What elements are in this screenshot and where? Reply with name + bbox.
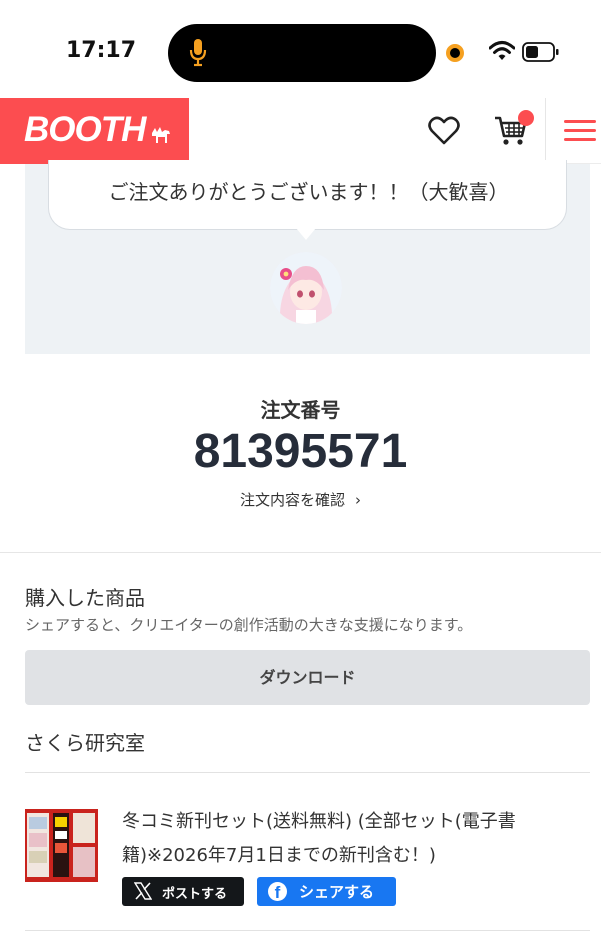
chevron-right-icon: › [355,491,361,509]
battery-icon [522,42,559,62]
wifi-icon [489,41,515,60]
microphone-icon [189,39,207,67]
status-bar: 17:17 [0,0,601,98]
item-thumbnail[interactable] [25,809,98,882]
purchased-section-subtitle: シェアすると、クリエイターの創作活動の大きな支援になります。 [25,616,473,634]
share-facebook-button[interactable]: f シェアする [257,877,396,906]
section-divider [0,552,601,553]
item-divider [25,930,590,931]
speech-bubble-tail [296,228,316,240]
menu-icon[interactable] [564,120,596,144]
order-detail-link[interactable]: 注文内容を確認 › [0,489,601,510]
cart-badge [518,110,534,126]
share-x-button[interactable]: ポストする [122,877,244,906]
share-x-label: ポストする [162,887,228,902]
logo-text: BOOTH [24,110,146,149]
x-logo-icon [134,882,152,900]
booth-logo[interactable]: BOOTH [0,98,189,164]
thanks-message: ご注文ありがとうございます！！（大歓喜） [108,180,509,204]
order-number-label: 注文番号 [260,398,341,422]
shop-name-link[interactable]: さくら研究室 [25,727,145,756]
camel-icon [152,127,170,143]
recording-dot-icon [446,44,464,62]
purchased-section-title: 購入した商品 [25,586,145,610]
dynamic-island [168,24,436,82]
order-number: 81395571 [193,425,408,478]
share-facebook-label: シェアする [299,883,375,901]
order-detail-link-label: 注文内容を確認 [239,491,345,509]
status-time: 17:17 [66,38,137,63]
heart-icon[interactable] [428,116,460,146]
creator-avatar [270,252,342,324]
header-divider [545,98,546,164]
facebook-logo-icon: f [268,882,287,902]
item-title[interactable]: 冬コミ新刊セット(送料無料) (全部セット(電子書籍)※2026年7月1日までの… [122,805,572,873]
speech-bubble: ご注文ありがとうございます！！（大歓喜） [48,160,567,230]
shop-divider [25,772,590,773]
download-button[interactable]: ダウンロード [25,650,590,705]
site-header: BOOTH [0,98,601,164]
